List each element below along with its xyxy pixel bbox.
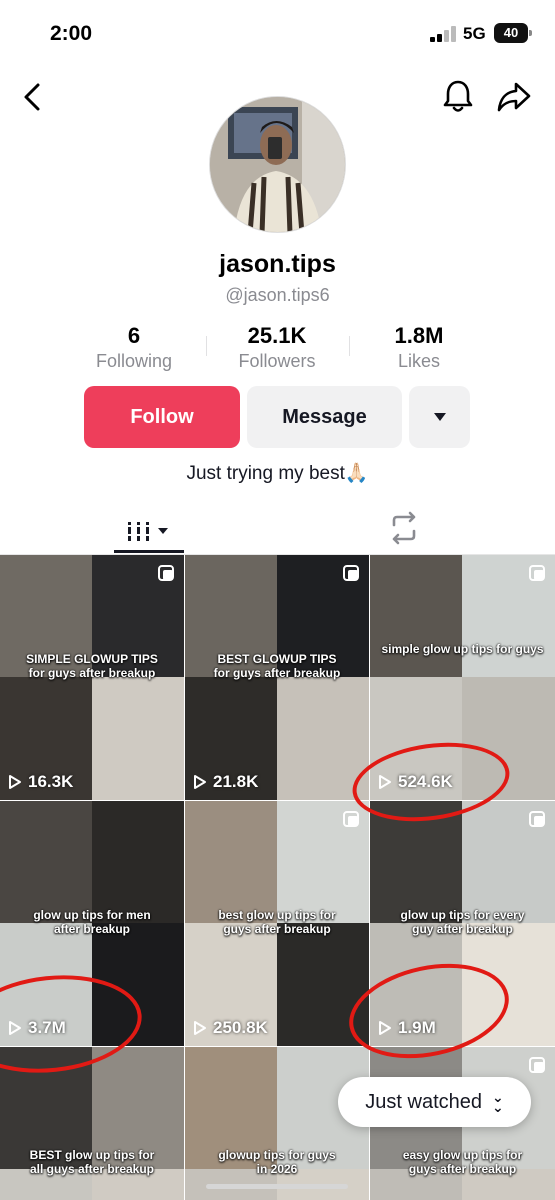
video-caption: glow up tips for men after breakup	[33, 908, 151, 936]
video-caption: glow up tips for every guy after breakup	[400, 908, 525, 936]
thumbnail-image	[92, 923, 184, 1046]
video-thumbnail[interactable]: SIMPLE GLOWUP TIPS for guys after breaku…	[0, 555, 184, 800]
thumbnail-image	[277, 923, 369, 1046]
thumbnail-image	[185, 801, 277, 923]
signal-icon	[430, 26, 456, 42]
video-caption: BEST GLOWUP TIPS for guys after breakup	[213, 652, 341, 680]
tab-reposts[interactable]	[386, 510, 422, 546]
notification-button[interactable]	[442, 78, 474, 114]
view-count: 250.8K	[193, 1018, 268, 1038]
video-caption: BEST glow up tips for all guys after bre…	[29, 1148, 155, 1176]
thumbnail-image	[92, 677, 184, 800]
video-caption: glowup tips for guys in 2026	[218, 1148, 336, 1176]
profile-bio: Just trying my best🙏🏻	[186, 463, 369, 484]
thumbnail-image	[92, 801, 184, 923]
thumbnail-image	[370, 555, 462, 677]
view-count-text: 250.8K	[213, 1018, 268, 1037]
following-count: 6	[127, 323, 141, 348]
status-bar: 2:00 5G 40	[0, 0, 555, 70]
stat-likes[interactable]: 1.8M Likes	[347, 322, 491, 372]
following-label: Following	[95, 351, 173, 371]
video-thumbnail[interactable]: BEST GLOWUP TIPS for guys after breakup 2…	[185, 555, 369, 800]
multi-video-icon	[158, 565, 174, 581]
video-thumbnail[interactable]: glow up tips for every guy after breakup…	[370, 801, 555, 1046]
thumbnail-image	[370, 801, 462, 923]
just-watched-button[interactable]: Just watched ⌄ ⌄	[338, 1077, 531, 1127]
view-count-text: 21.8K	[213, 772, 259, 791]
home-indicator	[206, 1184, 348, 1189]
share-arrow-icon	[497, 82, 531, 112]
more-options-button[interactable]	[409, 386, 470, 448]
play-icon	[379, 1021, 391, 1035]
likes-count: 1.8M	[394, 323, 444, 348]
view-count-text: 3.7M	[28, 1018, 66, 1037]
view-count-text: 524.6K	[398, 772, 453, 791]
message-button[interactable]: Message	[247, 386, 402, 448]
tab-active-indicator	[114, 550, 184, 553]
multi-video-icon	[343, 811, 359, 827]
network-type: 5G	[463, 24, 486, 43]
avatar[interactable]	[209, 96, 346, 233]
view-count: 16.3K	[8, 772, 73, 792]
play-icon	[194, 775, 206, 789]
video-caption: easy glow up tips for guys after breakup	[402, 1148, 523, 1176]
status-time: 2:00	[50, 22, 93, 45]
back-button[interactable]	[18, 80, 48, 114]
view-count: 21.8K	[193, 772, 258, 792]
thumbnail-image	[277, 677, 369, 800]
video-thumbnail[interactable]: simple glow up tips for guys 524.6K	[370, 555, 555, 800]
stat-followers[interactable]: 25.1K Followers	[205, 322, 349, 372]
profile-stats: 6 Following 25.1K Followers 1.8M Likes	[62, 322, 492, 374]
video-caption: SIMPLE GLOWUP TIPS for guys after breaku…	[26, 652, 158, 680]
multi-video-icon	[343, 565, 359, 581]
view-count: 3.7M	[8, 1018, 66, 1038]
battery-icon: 40	[494, 23, 532, 43]
video-thumbnail[interactable]: best glow up tips for guys after breakup…	[185, 801, 369, 1046]
chevron-left-icon	[24, 83, 40, 111]
follow-button[interactable]: Follow	[84, 386, 240, 448]
video-thumbnail[interactable]: glow up tips for men after breakup 3.7M	[0, 801, 184, 1046]
view-count-text: 1.9M	[398, 1018, 436, 1037]
double-chevron-down-icon: ⌄ ⌄	[492, 1089, 504, 1115]
video-thumbnail[interactable]: glowup tips for guys in 2026	[185, 1047, 369, 1200]
just-watched-label: Just watched	[365, 1090, 482, 1113]
display-name: jason.tips	[219, 250, 336, 278]
play-icon	[194, 1021, 206, 1035]
play-icon	[9, 775, 21, 789]
share-button[interactable]	[496, 80, 532, 114]
caret-down-icon	[433, 413, 446, 421]
grid-icon	[128, 519, 168, 541]
thumbnail-image	[0, 801, 92, 923]
tab-videos[interactable]	[114, 506, 184, 554]
thumbnail-image	[462, 677, 555, 800]
play-icon	[379, 775, 391, 789]
video-caption: best glow up tips for guys after breakup	[218, 908, 336, 936]
video-caption: simple glow up tips for guys	[381, 642, 544, 656]
multi-video-icon	[529, 1057, 545, 1073]
username-handle: @jason.tips6	[225, 285, 330, 305]
view-count: 524.6K	[378, 772, 453, 792]
followers-count: 25.1K	[247, 323, 307, 348]
stat-following[interactable]: 6 Following	[62, 322, 206, 372]
view-count: 1.9M	[378, 1018, 436, 1038]
likes-label: Likes	[397, 351, 441, 371]
repost-icon	[392, 511, 416, 545]
bell-icon	[443, 80, 473, 112]
thumbnail-image	[462, 923, 555, 1046]
video-thumbnail[interactable]: BEST glow up tips for all guys after bre…	[0, 1047, 184, 1200]
play-icon	[9, 1021, 21, 1035]
followers-label: Followers	[238, 351, 316, 371]
view-count-text: 16.3K	[28, 772, 74, 791]
multi-video-icon	[529, 811, 545, 827]
multi-video-icon	[529, 565, 545, 581]
